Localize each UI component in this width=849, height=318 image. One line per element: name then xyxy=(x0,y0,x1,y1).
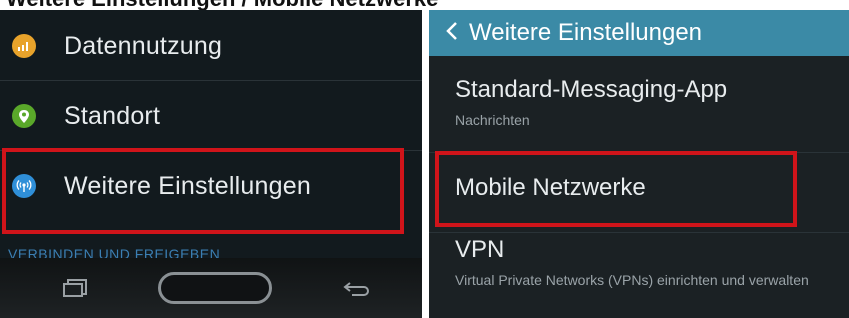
recent-apps-icon[interactable] xyxy=(62,278,90,303)
divider xyxy=(0,80,422,81)
settings-list-panel: Datennutzung Standort Weitere Einstellun… xyxy=(0,10,422,318)
list-item-label: Standard-Messaging-App xyxy=(455,76,728,103)
divider xyxy=(429,232,849,233)
more-settings-panel: Weitere Einstellungen Standard-Messaging… xyxy=(429,10,849,318)
title-bar: Weitere Einstellungen xyxy=(429,10,849,56)
highlight-box xyxy=(2,148,404,234)
list-item-standard-messaging-app[interactable]: Standard-Messaging-App Nachrichten xyxy=(455,76,841,130)
settings-item-standort[interactable]: Standort xyxy=(0,96,422,136)
settings-item-label: Datennutzung xyxy=(64,31,223,60)
list-item-vpn[interactable]: VPN Virtual Private Networks (VPNs) einr… xyxy=(455,236,841,290)
settings-item-datennutzung[interactable]: Datennutzung xyxy=(0,26,422,66)
highlight-box xyxy=(435,151,797,227)
location-icon xyxy=(12,104,36,128)
page-title: Weitere Einstellungen xyxy=(469,19,703,46)
data-usage-icon xyxy=(12,34,36,58)
navigation-bar xyxy=(0,258,422,318)
top-caption: Weitere Einstellungen / Mobile Netzwerke xyxy=(0,0,849,10)
list-item-label: VPN xyxy=(455,236,505,263)
list-item-sublabel: Nachrichten xyxy=(455,112,530,128)
list-item-sublabel: Virtual Private Networks (VPNs) einricht… xyxy=(455,272,809,288)
settings-item-label: Standort xyxy=(64,101,161,130)
back-icon[interactable] xyxy=(342,280,372,303)
chevron-left-icon[interactable] xyxy=(445,21,459,46)
home-button[interactable] xyxy=(158,272,272,304)
